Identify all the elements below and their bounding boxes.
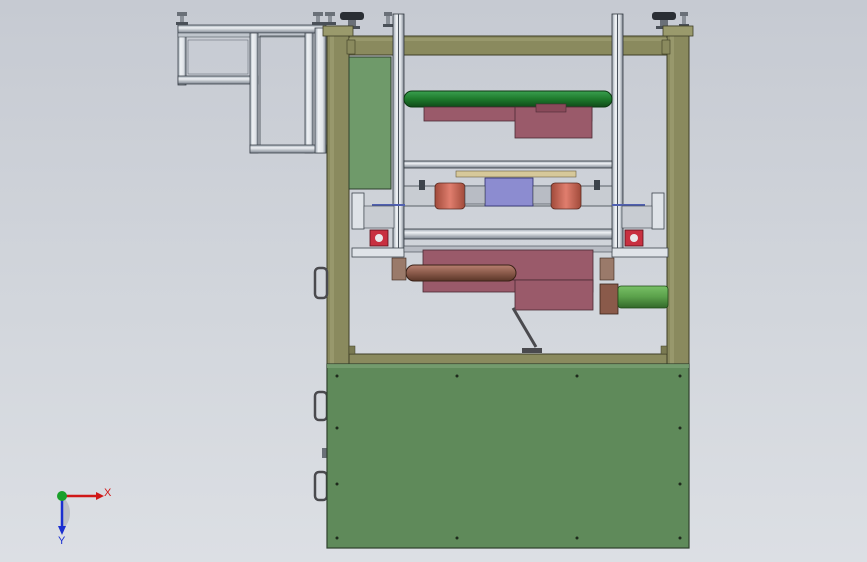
- drive-motor: [599, 283, 669, 315]
- x-axis-label: X: [104, 487, 112, 499]
- right-bracket: [621, 192, 665, 247]
- left-bracket: [351, 192, 395, 247]
- z-axis-dot: [57, 491, 67, 501]
- upper-green-roller: [403, 90, 613, 108]
- upper-actuator: [423, 103, 593, 139]
- side-panel: [348, 56, 392, 190]
- y-axis-label: Y: [58, 535, 66, 547]
- x-axis-arrowhead: [96, 492, 104, 500]
- side-extrusion-frame: [177, 24, 327, 154]
- middle-carriage: [372, 170, 645, 210]
- lower-brown-roller: [405, 264, 517, 282]
- lever-arm: [511, 307, 542, 353]
- y-axis-arrowhead: [58, 526, 66, 535]
- middle-rail: [403, 160, 613, 169]
- coordinate-triad: X Y: [57, 487, 112, 547]
- lower-cabinet: [326, 363, 690, 549]
- door-handles: [313, 266, 329, 502]
- cad-viewport[interactable]: [0, 0, 867, 562]
